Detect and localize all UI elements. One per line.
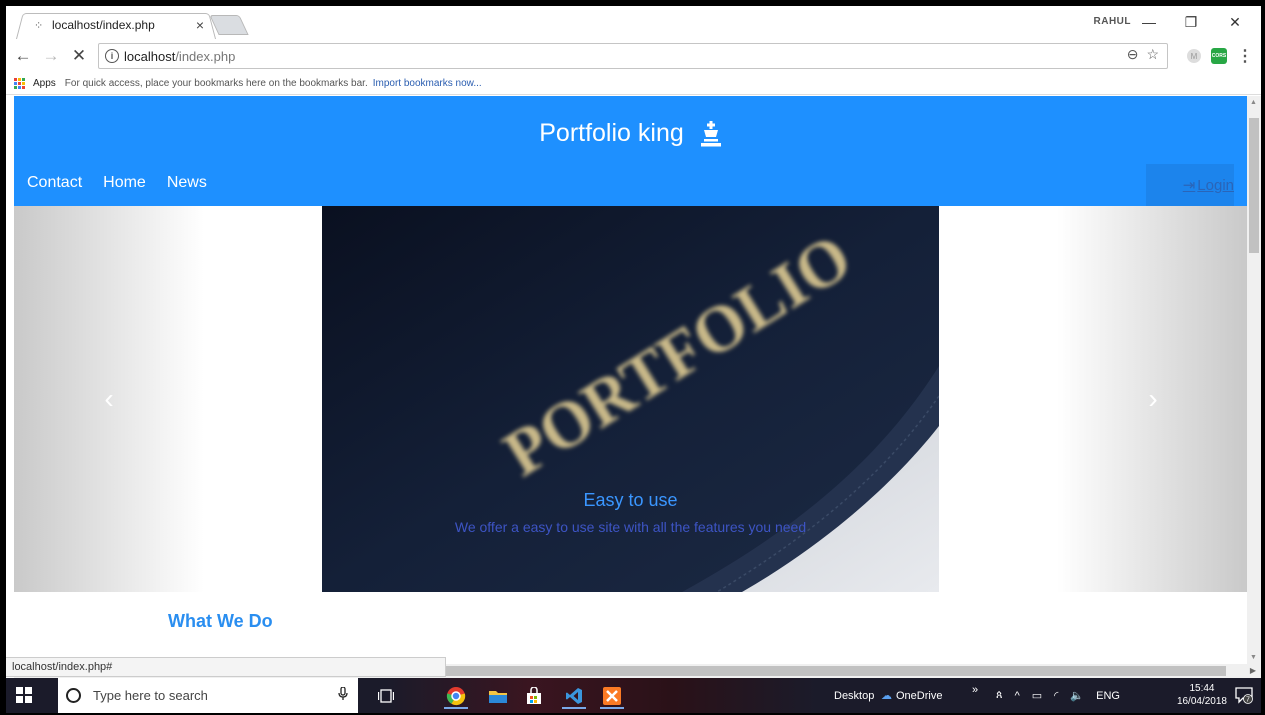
zoom-icon[interactable]: ⊖ xyxy=(1127,46,1139,63)
toolbar-overflow[interactable]: » xyxy=(972,678,978,707)
taskbar-search-placeholder: Type here to search xyxy=(93,688,208,703)
login-icon: ⇥ xyxy=(1182,177,1196,194)
apps-grid-dot xyxy=(22,85,25,89)
back-button[interactable]: ← xyxy=(12,45,34,67)
slide-caption: Easy to use We offer a easy to use site … xyxy=(322,490,939,535)
minimize-button[interactable]: — xyxy=(1129,11,1169,33)
screen: ⁘ localhost/index.php × RAHUL — ❐ ✕ ← → … xyxy=(6,6,1261,713)
scroll-down-icon[interactable]: ▼ xyxy=(1250,654,1257,661)
main-nav: Contact Home News xyxy=(27,174,207,192)
chrome-icon[interactable] xyxy=(442,683,470,709)
windows-taskbar: Type here to search Desktop ☁ OneDrive »… xyxy=(6,678,1261,713)
notification-count: 7 xyxy=(1246,697,1250,704)
url-host: localhost xyxy=(124,48,176,64)
microphone-icon[interactable] xyxy=(338,686,348,704)
action-center-icon[interactable]: 7 xyxy=(1235,686,1253,704)
address-bar[interactable]: i localhost/index.php ⊖ ☆ xyxy=(98,43,1168,69)
browser-toolbar: ← → ✕ i localhost/index.php ⊖ ☆ M CORS ⋮ xyxy=(6,39,1261,72)
nav-home[interactable]: Home xyxy=(103,174,146,192)
tray-expand-icon[interactable]: ^ xyxy=(1015,690,1020,702)
tab-close-icon[interactable]: × xyxy=(196,17,204,33)
browser-tab-strip: ⁘ localhost/index.php × RAHUL — ❐ ✕ xyxy=(6,6,1261,39)
carousel-prev-button[interactable]: ‹ xyxy=(94,383,124,414)
vertical-scroll-thumb[interactable] xyxy=(1249,118,1259,253)
brand-title: Portfolio king xyxy=(539,119,684,147)
caption-text: We offer a easy to use site with all the… xyxy=(454,519,807,535)
extension-cors-icon[interactable]: CORS xyxy=(1211,48,1227,64)
chess-king-icon xyxy=(700,120,722,147)
people-icon[interactable]: ጰ xyxy=(996,689,1003,702)
login-label: Login xyxy=(1197,176,1234,194)
apps-grid-dot xyxy=(14,81,17,85)
status-bubble: localhost/index.php# xyxy=(6,657,446,677)
apps-grid-icon[interactable] xyxy=(14,77,25,89)
apps-grid-dot xyxy=(18,77,21,81)
taskbar-search-box[interactable]: Type here to search xyxy=(58,678,358,713)
onedrive-item[interactable]: ☁ OneDrive xyxy=(881,678,942,713)
onedrive-icon: ☁ xyxy=(881,690,892,702)
file-explorer-icon[interactable] xyxy=(484,683,512,709)
nav-news[interactable]: News xyxy=(167,174,207,192)
login-link[interactable]: ⇥ Login xyxy=(1182,176,1234,195)
bookmarks-hint: For quick access, place your bookmarks h… xyxy=(64,77,368,89)
page-viewport: Portfolio king Contact Home News ⇥ Login… xyxy=(14,96,1247,664)
bookmark-star-icon[interactable]: ☆ xyxy=(1146,46,1159,63)
apps-grid-dot xyxy=(22,81,25,85)
browser-menu-icon[interactable]: ⋮ xyxy=(1237,46,1253,66)
nav-contact[interactable]: Contact xyxy=(27,174,82,192)
clock-time: 15:44 xyxy=(1189,683,1215,694)
scroll-right-icon[interactable]: ▶ xyxy=(1250,666,1256,675)
taskbar-clock[interactable]: 15:44 16/04/2018 xyxy=(1177,682,1227,708)
section-title: What We Do xyxy=(168,611,273,631)
caption-title: Easy to use xyxy=(583,490,678,510)
bookmarks-bar: Apps For quick access, place your bookma… xyxy=(6,72,1261,95)
url-path: /index.php xyxy=(175,48,236,64)
loading-icon: ⁘ xyxy=(34,19,44,32)
volume-icon[interactable]: 🔈 xyxy=(1070,689,1084,702)
wifi-icon[interactable]: ◜ xyxy=(1054,689,1058,702)
overflow-icon: » xyxy=(972,683,979,696)
site-header: Portfolio king Contact Home News ⇥ Login xyxy=(14,96,1247,206)
stop-button[interactable]: ✕ xyxy=(68,45,90,67)
windows-start-icon[interactable] xyxy=(16,687,32,703)
apps-grid-dot xyxy=(14,85,17,89)
apps-grid-dot xyxy=(22,77,25,81)
horizontal-scroll-thumb[interactable] xyxy=(426,666,1226,676)
vscode-icon[interactable] xyxy=(560,683,588,709)
login-area: ⇥ Login xyxy=(1146,164,1234,206)
system-tray: ጰ ^ ▭ ◜ 🔈 ENG xyxy=(996,678,1120,713)
language-indicator[interactable]: ENG xyxy=(1096,690,1120,702)
apps-bookmark[interactable]: Apps xyxy=(33,78,56,89)
apps-grid-dot xyxy=(14,77,17,81)
scroll-up-icon[interactable]: ▲ xyxy=(1250,99,1257,106)
apps-grid-dot xyxy=(18,81,21,85)
site-brand[interactable]: Portfolio king xyxy=(14,119,1247,148)
extension-m-icon[interactable]: M xyxy=(1187,49,1201,63)
store-icon[interactable] xyxy=(520,683,548,709)
restore-button[interactable]: ❐ xyxy=(1171,11,1211,33)
hero-carousel: PORTFOLIO Easy to use We offer a easy to… xyxy=(14,206,1247,592)
close-window-button[interactable]: ✕ xyxy=(1215,11,1255,33)
apps-grid-dot xyxy=(18,85,21,89)
xampp-icon[interactable] xyxy=(598,683,626,709)
browser-tab[interactable]: ⁘ localhost/index.php × xyxy=(16,11,216,39)
onedrive-label: OneDrive xyxy=(896,689,943,702)
desktop-label: Desktop xyxy=(834,689,875,702)
forward-button[interactable]: → xyxy=(40,45,62,67)
cortana-icon xyxy=(66,688,81,703)
tab-title: localhost/index.php xyxy=(52,18,155,32)
profile-name[interactable]: RAHUL xyxy=(1094,16,1132,27)
battery-icon[interactable]: ▭ xyxy=(1032,689,1042,702)
desktop-toolbar[interactable]: Desktop xyxy=(834,678,874,713)
carousel-next-button[interactable]: › xyxy=(1138,383,1168,414)
clock-date: 16/04/2018 xyxy=(1176,696,1227,707)
import-bookmarks-link[interactable]: Import bookmarks now... xyxy=(373,78,482,89)
site-info-icon[interactable]: i xyxy=(105,49,119,63)
task-view-icon[interactable] xyxy=(372,683,400,709)
vertical-scrollbar[interactable]: ▲ ▼ xyxy=(1247,96,1261,664)
